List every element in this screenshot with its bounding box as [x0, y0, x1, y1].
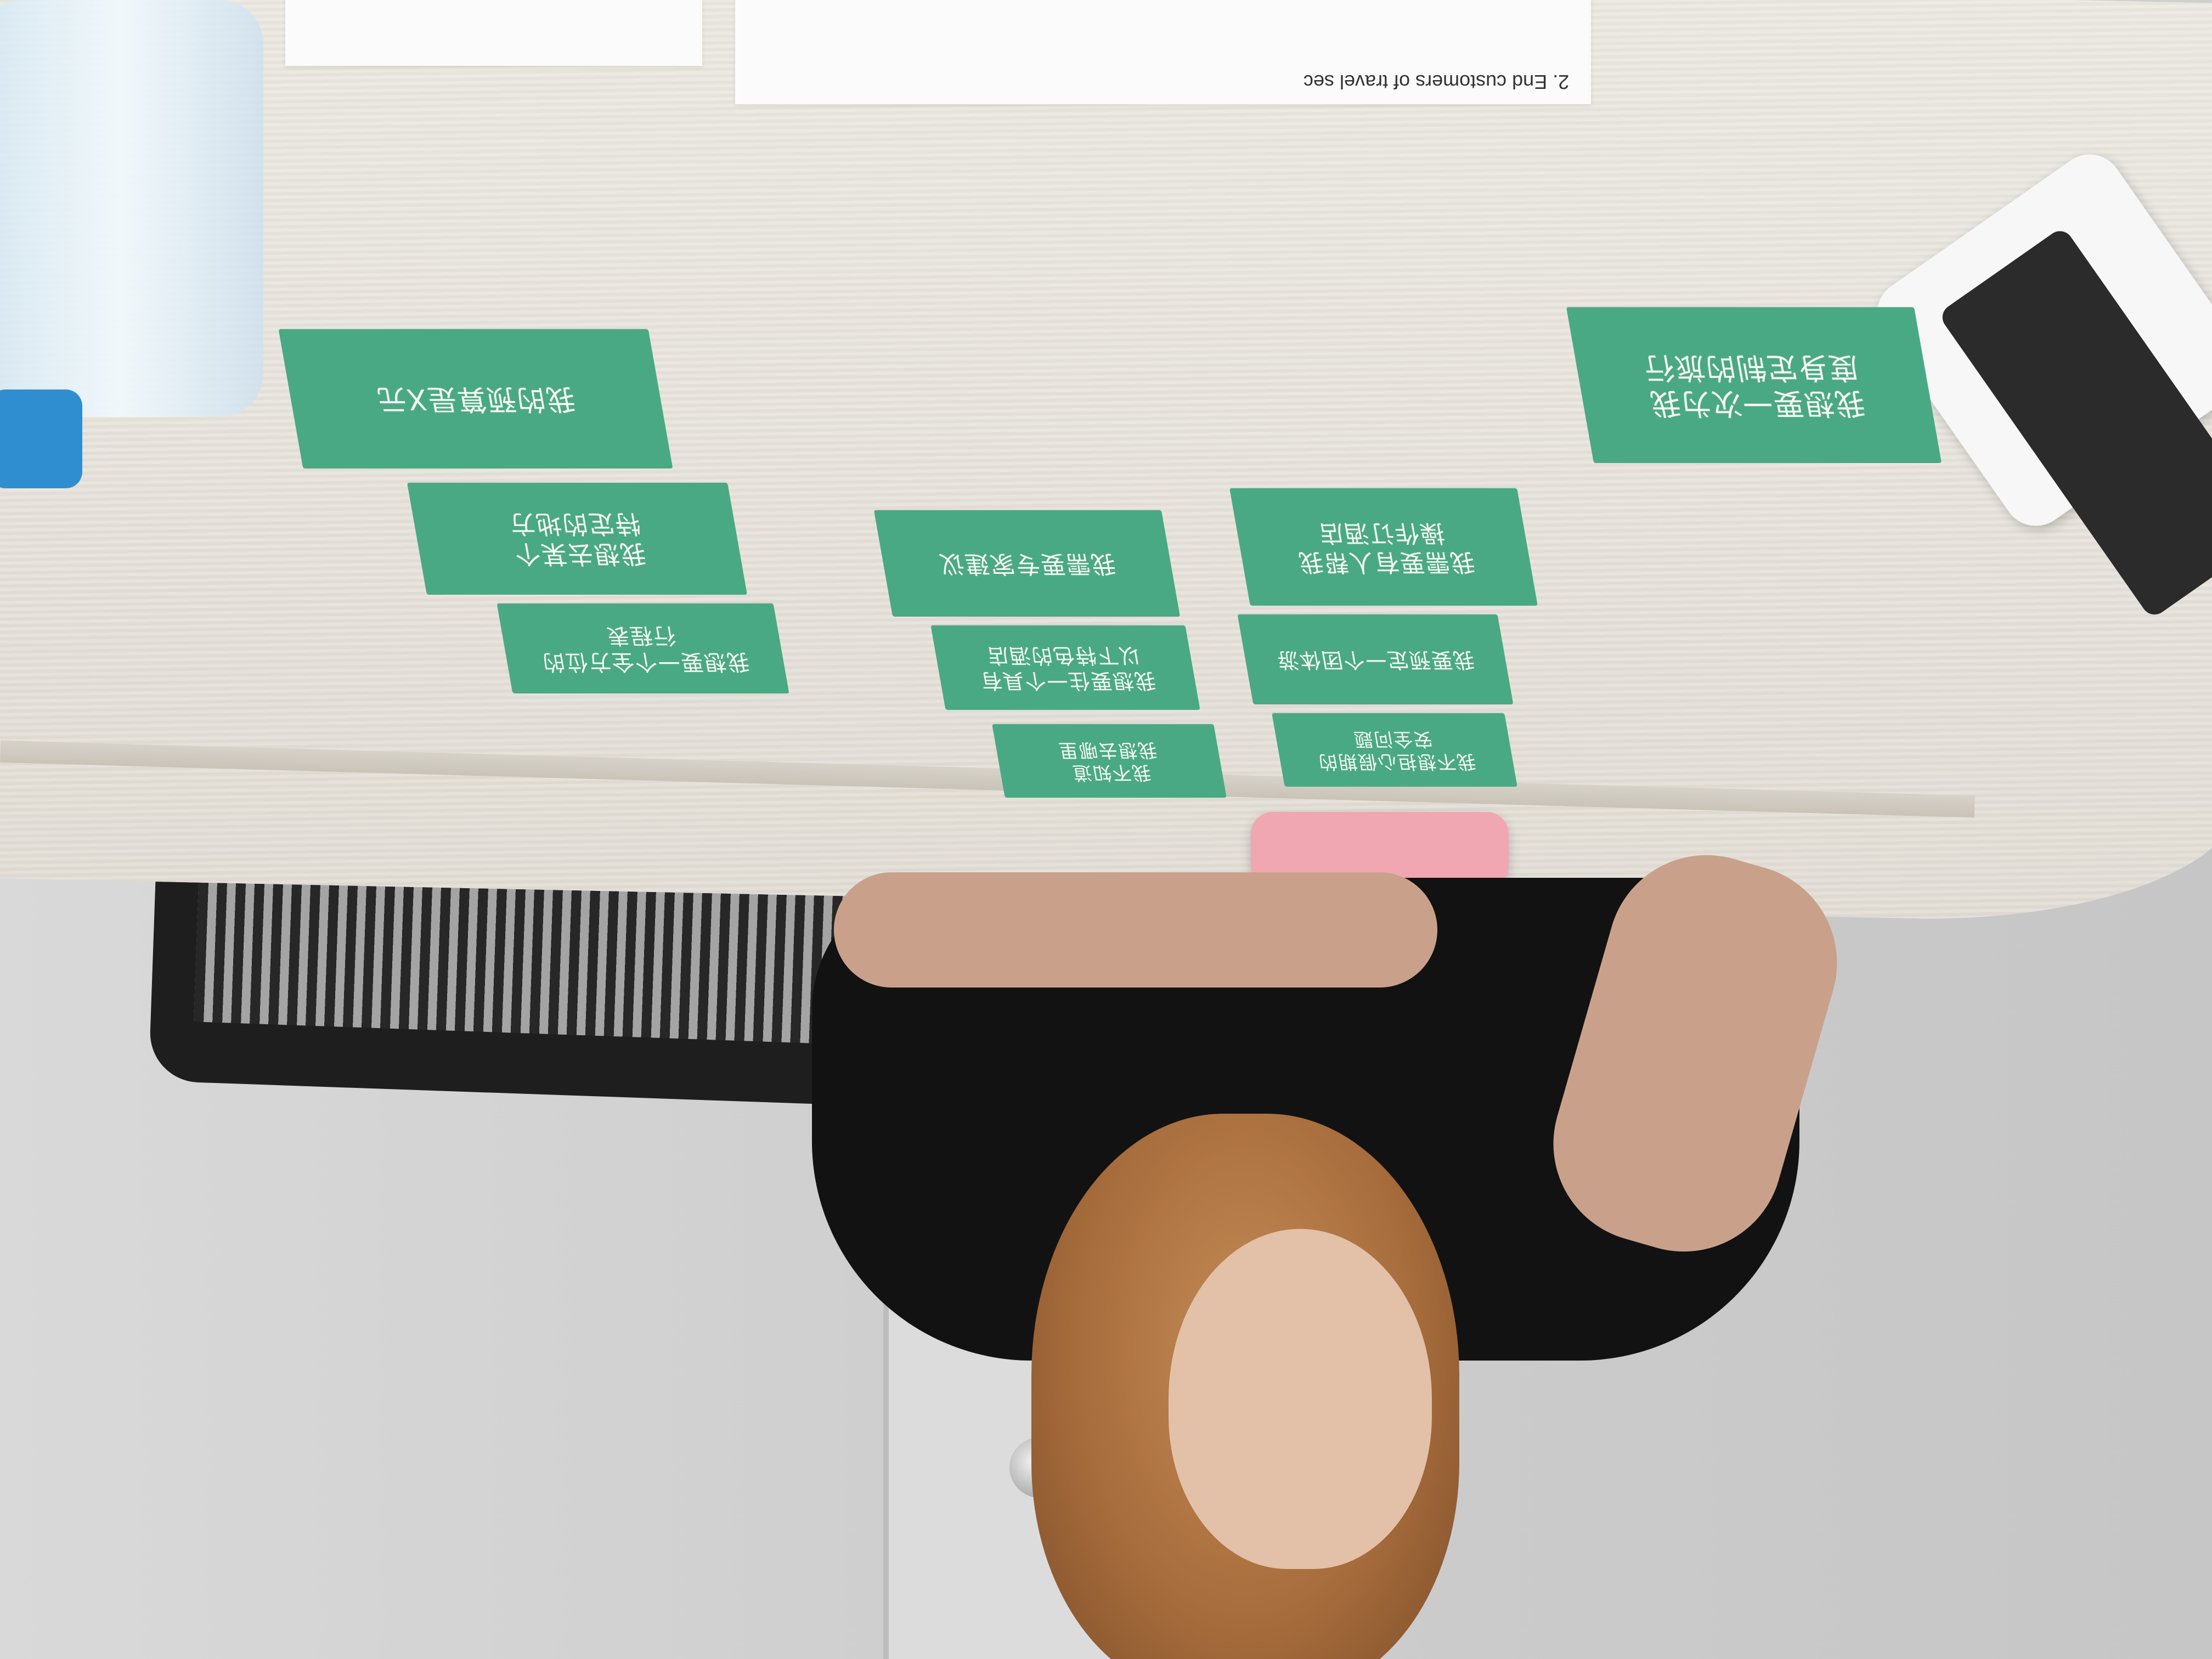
- card-text: 我要预定一个团体游: [1274, 647, 1477, 672]
- card-text: 我不想担心假期的 安全问题: [1316, 728, 1478, 772]
- card-text: 我需要专家建议: [936, 550, 1118, 578]
- card-budget: 我的预算是X元: [278, 329, 673, 469]
- card-specific-place: 我想去某个 特定的地方: [407, 483, 747, 595]
- card-expert-advice: 我需要专家建议: [873, 510, 1181, 617]
- card-text: 我想要一个全方位的 行程表: [539, 623, 752, 674]
- card-special-hotel: 我想要住一个具有 以下特色的酒店: [930, 625, 1200, 710]
- card-book-hotel-help: 我需要有人帮我 操作订酒店: [1229, 488, 1538, 606]
- card-full-itinerary: 我想要一个全方位的 行程表: [496, 603, 789, 693]
- card-text: 我不知道 我想去哪里: [1056, 739, 1159, 783]
- card-layer: 我想要一次为我 度身定制的旅行 我的预算是X元 我想去某个 特定的地方 我想要一…: [0, 0, 2212, 1659]
- card-vacation-safety: 我不想担心假期的 安全问题: [1272, 713, 1517, 787]
- card-text: 我想去某个 特定的地方: [506, 509, 648, 569]
- card-dont-know: 我不知道 我想去哪里: [992, 724, 1227, 798]
- card-text: 我想要一次为我 度身定制的旅行: [1640, 351, 1868, 421]
- card-text: 我的预算是X元: [373, 382, 578, 416]
- photo-scene: 2. End customers of travel sec 我想要一次为我 度…: [0, 0, 2212, 1659]
- card-customized-trip: 我想要一次为我 度身定制的旅行: [1566, 307, 1942, 463]
- card-text: 我想要住一个具有 以下特色的酒店: [978, 644, 1158, 693]
- card-group-tour: 我要预定一个团体游: [1237, 614, 1514, 704]
- card-text: 我需要有人帮我 操作订酒店: [1295, 519, 1477, 576]
